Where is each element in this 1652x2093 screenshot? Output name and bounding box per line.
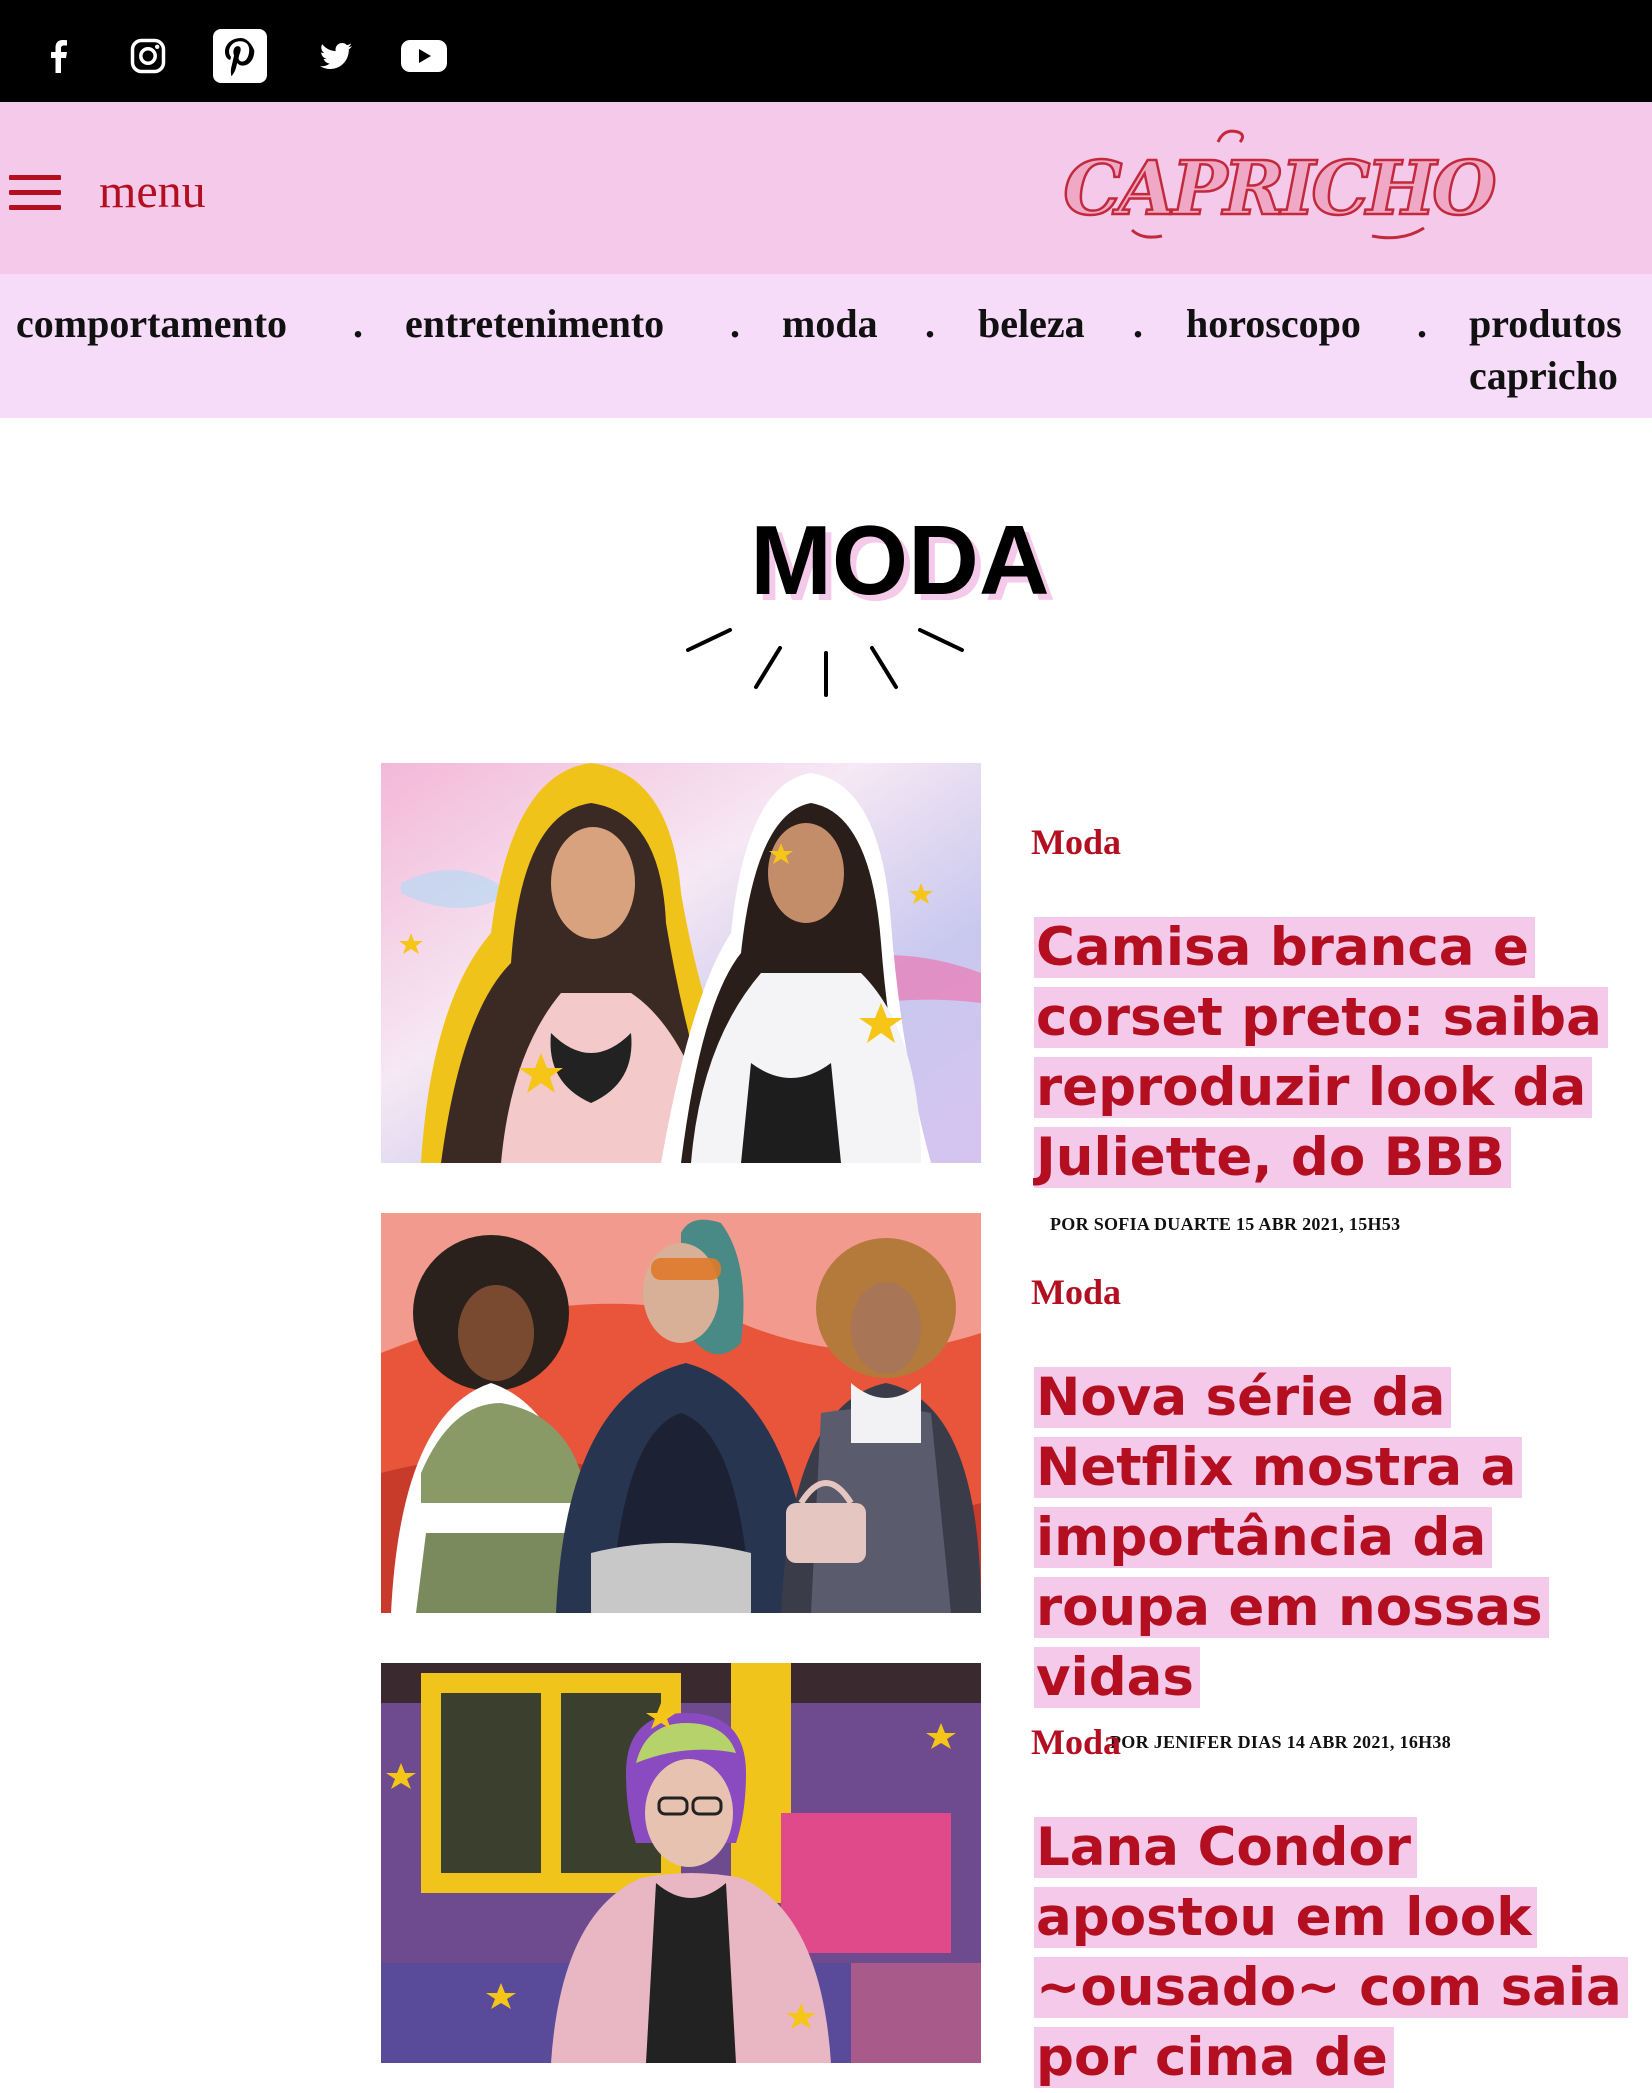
youtube-icon[interactable] [400, 28, 448, 84]
page-title: MODA [750, 505, 1050, 615]
nav-item-produtos-capricho[interactable]: produtos capricho [1469, 298, 1622, 402]
capricho-logo[interactable]: CAPRICHO [1062, 124, 1498, 254]
category-nav: comportamento . entretenimento . moda . … [0, 274, 1652, 418]
nav-separator: . [925, 301, 935, 346]
title-rays-decoration [686, 628, 964, 697]
article-title[interactable]: Lana Condor apostou em look ~ousado~ com… [1034, 1813, 1634, 2093]
hamburger-icon [9, 172, 61, 212]
facebook-icon[interactable] [38, 28, 78, 84]
article-category[interactable]: Moda [1031, 1272, 1121, 1312]
article-category[interactable]: Moda [1031, 822, 1121, 862]
nav-item-horoscopo[interactable]: horoscopo [1186, 298, 1361, 350]
article-category[interactable]: Moda [1031, 1722, 1121, 1762]
article-thumbnail-lana-condor[interactable] [381, 1663, 981, 2063]
menu-label: menu [99, 165, 206, 218]
nav-separator: . [353, 301, 363, 346]
article-byline: POR JENIFER DIAS 14 ABR 2021, 16H38 [1110, 1732, 1452, 1752]
nav-item-comportamento[interactable]: comportamento [16, 298, 287, 350]
article-title-text: Lana Condor apostou em look ~ousado~ com… [1034, 1817, 1628, 2088]
nav-item-beleza[interactable]: beleza [978, 298, 1085, 350]
nav-separator: . [730, 301, 740, 346]
nav-item-produtos-line2: capricho [1469, 353, 1618, 398]
menu-button[interactable]: menu [9, 168, 206, 216]
site-header: menu CAPRICHO [0, 102, 1652, 274]
nav-item-entretenimento[interactable]: entretenimento [405, 298, 664, 350]
pinterest-icon[interactable] [212, 28, 268, 84]
social-bar [0, 0, 1652, 102]
article-thumbnail-netflix[interactable] [381, 1213, 981, 1613]
article-byline: POR SOFIA DUARTE 15 ABR 2021, 15H53 [1050, 1214, 1401, 1234]
article-title-text: Camisa branca e corset preto: saiba repr… [1034, 917, 1608, 1188]
twitter-icon[interactable] [316, 28, 356, 84]
article-title-text: Nova série da Netflix mostra a importânc… [1034, 1367, 1549, 1708]
logo-text: CAPRICHO [1062, 145, 1498, 234]
instagram-icon[interactable] [128, 28, 168, 84]
nav-separator: . [1133, 301, 1143, 346]
article-title[interactable]: Camisa branca e corset preto: saiba repr… [1034, 913, 1634, 1193]
nav-item-produtos-line1: produtos [1469, 301, 1622, 346]
nav-separator: . [1417, 301, 1427, 346]
nav-item-moda[interactable]: moda [782, 298, 878, 350]
article-thumbnail-juliette[interactable] [381, 763, 981, 1163]
article-title[interactable]: Nova série da Netflix mostra a importânc… [1034, 1363, 1634, 1713]
